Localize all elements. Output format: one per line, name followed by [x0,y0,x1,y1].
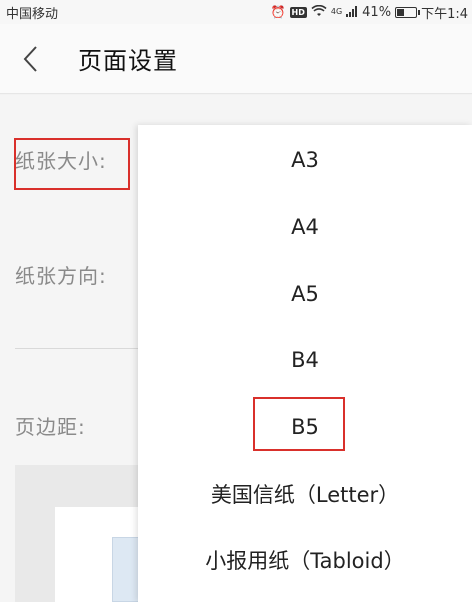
paper-size-option-b4[interactable]: B4 [138,335,472,385]
status-icons: ⏰ HD 4G 41% 下午1:4 [271,3,468,22]
alarm-icon: ⏰ [270,5,286,19]
wifi-icon [311,4,327,19]
network-type-label: 4G [330,7,343,16]
page-title: 页面设置 [78,47,178,75]
page-margin-label[interactable]: 页边距: [15,411,86,440]
paper-size-option-a5[interactable]: A5 [138,269,472,319]
chevron-left-icon [23,45,37,72]
signal-icon [346,5,358,19]
status-bar: 中国移动 ⏰ HD 4G 41% 下午1:4 [0,0,472,24]
paper-size-popup: A3 A4 A5 B4 B5 美国信纸（Letter） 小报用纸（Tabloid… [138,125,472,602]
back-button[interactable] [0,24,60,94]
highlight-box-paper-size [14,138,130,190]
battery-percent: 41% [362,4,392,20]
paper-size-option-tabloid[interactable]: 小报用纸（Tabloid） [138,535,472,585]
highlight-box-b5 [253,397,345,451]
clock-time: 下午1:4 [421,6,468,22]
paper-size-option-a4[interactable]: A4 [138,202,472,252]
paper-size-option-a3[interactable]: A3 [138,135,472,185]
battery-icon [395,6,421,18]
app-header: 页面设置 [0,24,472,94]
paper-orientation-label[interactable]: 纸张方向: [15,260,107,289]
carrier-name: 中国移动 [6,6,59,22]
paper-size-option-letter[interactable]: 美国信纸（Letter） [138,469,472,519]
battery-fill [397,8,405,16]
hd-icon: HD [289,6,307,18]
divider [15,348,145,349]
